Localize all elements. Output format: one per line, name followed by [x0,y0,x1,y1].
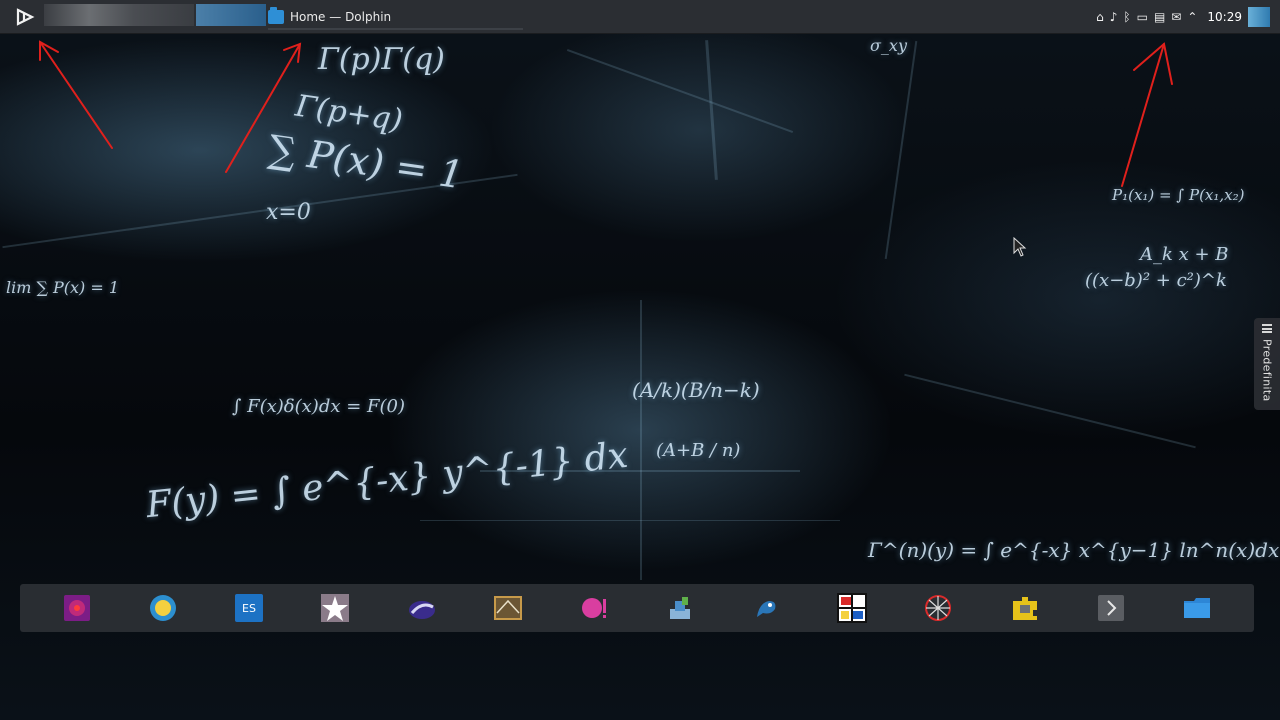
puzzle-app-icon[interactable] [1010,593,1040,623]
kde-launcher-icon[interactable] [14,7,36,27]
wallpaper-formula: Γ(p)Γ(q) [318,42,445,77]
panel-pager[interactable] [44,4,194,26]
telescope-app-icon[interactable] [407,593,437,623]
wallpaper-formula: ∑ P(x) = 1 [265,126,467,198]
wallpaper-formula: Γ^(n)(y) = ∫ e^{-x} x^{y−1} ln^n(x)dx [868,538,1280,562]
wallpaper-formula: ∫ F(x)δ(x)dx = F(0) [232,396,406,417]
volume-icon[interactable]: ♪ [1110,10,1118,24]
wallpaper-formula: P₁(x₁) = ∫ P(x₁,x₂) [1112,186,1245,204]
geometry-app-icon[interactable] [493,593,523,623]
folder-app-icon[interactable] [1182,593,1212,623]
notifications-icon[interactable]: ✉ [1171,10,1181,24]
bricks-app-icon[interactable] [665,593,695,623]
kde-app-red-star-icon[interactable] [62,593,92,623]
wallpaper-formula: lim ∑ P(x) = 1 [6,278,120,297]
blue-creature-app-icon[interactable] [751,593,781,623]
mouse-cursor-icon [1013,237,1027,257]
hamburger-menu-icon [1262,324,1272,333]
svg-text:ES: ES [242,602,256,615]
chevron-right-icon[interactable] [1096,593,1126,623]
taskbar-item-title: Home — Dolphin [290,10,392,24]
kstars-star-icon[interactable] [320,593,350,623]
wallpaper-formula: ((x−b)² + c²)^k [1085,270,1227,291]
wallpaper-formula: Γ(p+q) [293,88,405,139]
wallpaper-formula: A_k x + B [1140,244,1229,265]
network-icon[interactable]: ⌂ [1096,10,1104,24]
pink-app-icon[interactable] [579,593,609,623]
wallpaper-formula: σ_xy [870,36,907,55]
panel-activity-indicator[interactable] [196,4,266,26]
taskbar-item-dolphin[interactable]: Home — Dolphin [268,6,523,30]
toolbox-label: Predefinita [1260,339,1274,402]
wallpaper-formula: (A+B / n) [656,440,741,461]
clock[interactable]: 10:29 [1207,10,1242,24]
chevron-up-icon[interactable]: ⌃ [1187,10,1197,24]
mondrian-app-icon[interactable] [837,593,868,623]
wallpaper-formula: (A/k)(B/n−k) [632,378,760,402]
application-dock: ES [20,584,1254,632]
kstars-sun-icon[interactable] [148,593,178,623]
bluetooth-icon[interactable]: ᛒ [1123,10,1130,24]
system-tray: ⌂ ♪ ᛒ ▭ ▤ ✉ ⌃ 10:29 [1096,6,1270,28]
wallpaper-formula: x=0 [266,200,311,225]
desktop-peek-button[interactable] [1248,7,1270,27]
folder-icon [268,7,284,24]
top-panel: Home — Dolphin ⌂ ♪ ᛒ ▭ ▤ ✉ ⌃ 10:29 [0,0,1280,34]
web-app-icon[interactable] [923,593,953,623]
clipboard-icon[interactable]: ▤ [1154,10,1165,24]
battery-icon[interactable]: ▭ [1137,10,1148,24]
kbruch-es-icon[interactable]: ES [234,593,264,623]
wallpaper-formula: F(y) = ∫ e^{-x} y^{-1} dx [144,434,630,527]
desktop-toolbox-tab[interactable]: Predefinita [1254,318,1280,410]
